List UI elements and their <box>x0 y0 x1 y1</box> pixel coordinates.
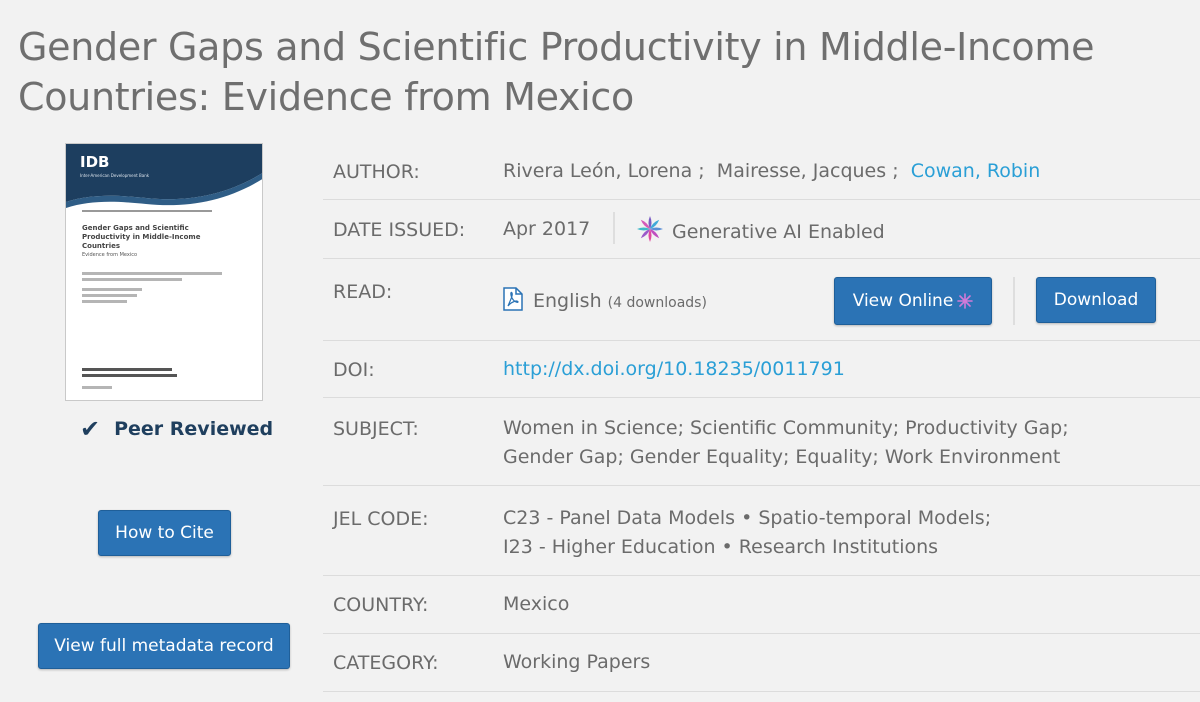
generative-ai-badge: Generative AI Enabled <box>636 215 885 247</box>
thumbnail-text-line <box>82 386 112 389</box>
checkmark-icon: ✔ <box>80 415 101 443</box>
jel-code-line: C23 - Panel Data Models • Spatio-tempora… <box>503 507 992 529</box>
author-list: Rivera León, Lorena ; Mairesse, Jacques … <box>503 157 1040 186</box>
thumbnail-doc-subtitle: Evidence from Mexico <box>82 252 138 258</box>
read-language[interactable]: English <box>533 290 602 312</box>
subject-label: SUBJECT: <box>333 418 419 440</box>
date-issued-label: DATE ISSUED: <box>333 219 466 241</box>
category-row: CATEGORY: Working Papers <box>323 634 1200 692</box>
thumbnail-text-line <box>82 300 127 303</box>
subject-row: SUBJECT: Women in Science; Scientific Co… <box>323 398 1200 486</box>
pdf-icon <box>503 287 523 311</box>
subject-line: Women in Science; Scientific Community; … <box>503 417 1069 439</box>
ai-sparkle-icon <box>637 216 663 242</box>
peer-reviewed-label: Peer Reviewed <box>114 418 274 440</box>
country-label: COUNTRY: <box>333 594 429 616</box>
author-link[interactable]: Cowan, Robin <box>911 160 1041 182</box>
jel-code-line: I23 - Higher Education • Research Instit… <box>503 536 939 558</box>
doi-label: DOI: <box>333 359 375 381</box>
vertical-divider <box>613 212 615 244</box>
country-row: COUNTRY: Mexico <box>323 576 1200 634</box>
generative-ai-label: Generative AI Enabled <box>672 221 885 243</box>
view-online-label: View Online <box>852 291 954 311</box>
download-button[interactable]: Download <box>1036 277 1156 323</box>
thumbnail-text-line <box>82 374 177 377</box>
view-online-button[interactable]: View Online <box>834 277 992 325</box>
author-name[interactable]: Rivera León, Lorena <box>503 160 692 182</box>
thumbnail-text-line <box>82 288 142 291</box>
thumbnail-text-line <box>82 294 137 297</box>
jel-code-row: JEL CODE: C23 - Panel Data Models • Spat… <box>323 486 1200 576</box>
category-label: CATEGORY: <box>333 652 439 674</box>
subject-values: Women in Science; Scientific Community; … <box>503 414 1069 472</box>
author-separator: ; <box>692 160 705 182</box>
download-count: (4 downloads) <box>607 295 707 311</box>
author-row: AUTHOR: Rivera León, Lorena ; Mairesse, … <box>323 145 1200 200</box>
date-issued-row: DATE ISSUED: Apr 2017 Generative AI Enab… <box>323 200 1200 259</box>
thumbnail-text-line <box>82 368 172 371</box>
document-thumbnail[interactable]: IDB Inter-American Development Bank Gend… <box>65 143 263 401</box>
category-value: Working Papers <box>503 651 651 673</box>
date-issued-value: Apr 2017 <box>503 218 591 240</box>
thumbnail-text-line <box>82 278 182 281</box>
how-to-cite-button[interactable]: How to Cite <box>98 510 231 556</box>
thumbnail-series-line <box>82 210 212 212</box>
thumbnail-doc-title: Gender Gaps and Scientific Productivity … <box>82 224 201 250</box>
author-name[interactable]: Mairesse, Jacques <box>717 160 886 182</box>
subject-line: Gender Gap; Gender Equality; Equality; W… <box>503 446 1061 468</box>
view-full-metadata-button[interactable]: View full metadata record <box>38 623 290 669</box>
doi-link[interactable]: http://dx.doi.org/10.18235/0011791 <box>503 355 845 384</box>
idb-logo: IDB Inter-American Development Bank <box>80 153 150 178</box>
read-file-link[interactable]: English (4 downloads) <box>503 287 707 318</box>
author-label: AUTHOR: <box>333 161 420 183</box>
peer-reviewed-badge: ✔ Peer Reviewed <box>80 416 273 442</box>
thumbnail-text-line <box>82 272 222 275</box>
vertical-divider <box>1013 277 1015 325</box>
doi-row: DOI: http://dx.doi.org/10.18235/0011791 <box>323 341 1200 398</box>
page-title: Gender Gaps and Scientific Productivity … <box>18 25 1095 119</box>
jel-code-label: JEL CODE: <box>333 508 429 530</box>
ai-sparkle-icon <box>957 293 974 309</box>
read-label: READ: <box>333 281 393 303</box>
country-value: Mexico <box>503 593 570 615</box>
jel-code-values: C23 - Panel Data Models • Spatio-tempora… <box>503 504 991 562</box>
author-separator: ; <box>886 160 899 182</box>
row-divider <box>323 691 1200 692</box>
